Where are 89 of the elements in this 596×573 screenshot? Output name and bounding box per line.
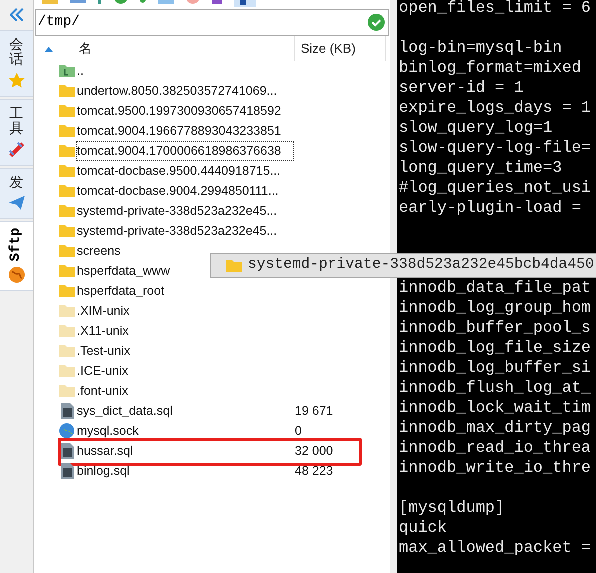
terminal-line: open_files_limit = 6 — [399, 0, 592, 17]
sidebar-tab[interactable]: 发 — [0, 168, 33, 219]
file-name[interactable]: hussar.sql — [76, 441, 294, 461]
globe-icon — [8, 266, 26, 284]
folder-icon — [59, 203, 75, 219]
folder-icon — [59, 123, 75, 139]
toolbar-icon[interactable] — [114, 0, 128, 4]
terminal-line: early-plugin-load = — [399, 199, 582, 217]
terminal-line: long_query_time=3 — [399, 159, 562, 177]
folder-icon — [59, 303, 75, 319]
file-name[interactable]: tomcat.9500.1997300930657418592 — [76, 101, 294, 121]
terminal-line: innodb_data_file_pat — [399, 279, 592, 297]
terminal-line: slow_query_log=1 — [399, 119, 553, 137]
file-name[interactable]: .Test-unix — [76, 341, 294, 361]
folder-icon — [59, 243, 75, 259]
toolbar-icon[interactable] — [140, 0, 146, 3]
folder-icon — [59, 63, 75, 79]
folder-icon — [59, 83, 75, 99]
folder-icon — [59, 183, 75, 199]
file-size: 0 — [295, 424, 302, 438]
path-text: /tmp/ — [38, 13, 80, 32]
folder-icon — [59, 343, 75, 359]
folder-icon — [59, 383, 75, 399]
terminal-line: innodb_write_io_thre — [399, 459, 592, 477]
terminal-line: quick — [399, 519, 448, 537]
file-name[interactable]: undertow.8050.382503572741069... — [76, 81, 294, 101]
sort-arrow-icon — [45, 46, 53, 52]
tooltip-text: systemd-private-338d523a232e45bcb4da450 — [248, 256, 594, 276]
file-name[interactable]: .ICE-unix — [76, 361, 294, 381]
terminal-line: innodb_log_group_hom — [399, 299, 592, 317]
folder-icon — [59, 163, 75, 179]
terminal-line: innodb_buffer_pool_s — [399, 319, 592, 337]
file-name[interactable]: hsperfdata_root — [76, 281, 294, 301]
file-name[interactable]: systemd-private-338d523a232e45... — [76, 201, 294, 221]
terminal-line: server-id = 1 — [399, 79, 524, 97]
terminal-line: innodb_lock_wait_tim — [399, 399, 592, 417]
document-icon — [59, 403, 75, 419]
file-name[interactable]: .XIM-unix — [76, 301, 294, 321]
wrench-icon — [8, 140, 26, 159]
sidebar-tab[interactable]: 会话 — [0, 30, 33, 97]
file-name[interactable]: .X11-unix — [76, 321, 294, 341]
folder-icon — [59, 143, 75, 159]
file-name[interactable]: .font-unix — [76, 381, 294, 401]
sidebar-tab[interactable]: 工具 — [0, 98, 33, 166]
folder-icon — [59, 363, 75, 379]
toolbar-icon[interactable] — [70, 0, 86, 4]
file-name[interactable]: binlog.sql — [76, 461, 294, 481]
collapse-icon[interactable] — [10, 8, 24, 22]
folder-icon — [59, 323, 75, 339]
folder-icon — [226, 258, 242, 274]
terminal-line: expire_logs_days = 1 — [399, 99, 592, 117]
document-icon — [59, 443, 75, 459]
toolbar-icon[interactable] — [98, 0, 102, 4]
terminal-line: slow-query-log-file= — [399, 139, 592, 157]
file-name[interactable]: systemd-private-338d523a232e45... — [76, 221, 294, 241]
file-name[interactable]: mysql.sock — [76, 421, 294, 441]
file-name[interactable]: tomcat.9004.1966778893043233851 — [76, 121, 294, 141]
terminal-line: [mysqldump] — [399, 499, 505, 517]
file-size: 48 223 — [295, 464, 334, 478]
terminal-line: innodb_log_file_size — [399, 339, 592, 357]
globe-icon — [59, 423, 75, 439]
toolbar-icon[interactable] — [234, 0, 256, 7]
terminal-line: innodb_max_dirty_pag — [399, 419, 592, 437]
document-icon — [59, 463, 75, 479]
file-name[interactable]: tomcat-docbase.9004.2994850111... — [76, 181, 294, 201]
terminal-line: innodb_read_io_threa — [399, 439, 592, 457]
terminal-line: #log_queries_not_usi — [399, 179, 592, 197]
column-header[interactable]: 名 — [79, 36, 294, 61]
sidebar-tab[interactable]: Sftp — [0, 220, 33, 291]
folder-icon — [59, 283, 75, 299]
paper-plane-icon — [8, 194, 26, 212]
file-name[interactable]: tomcat-docbase.9500.4440918715... — [76, 161, 294, 181]
folder-icon — [59, 103, 75, 119]
file-name[interactable]: sys_dict_data.sql — [76, 401, 294, 421]
check-icon — [368, 14, 385, 31]
file-name[interactable]: tomcat.9004.1700006618986376638 — [76, 141, 294, 161]
star-icon — [8, 72, 26, 90]
terminal-line: max_allowed_packet = — [399, 539, 592, 557]
file-size: 32 000 — [295, 444, 334, 458]
folder-icon — [59, 223, 75, 239]
terminal-line: innodb_log_buffer_si — [399, 359, 592, 377]
terminal-line: innodb_flush_log_at_ — [399, 379, 592, 397]
path-field[interactable]: /tmp/ — [35, 9, 389, 36]
file-size: 19 671 — [295, 404, 334, 418]
column-header[interactable]: Size (KB) — [294, 36, 386, 61]
terminal-line: log-bin=mysql-bin — [399, 39, 562, 57]
folder-icon — [59, 263, 75, 279]
file-name[interactable]: .. — [76, 61, 294, 81]
terminal-line: binlog_format=mixed — [399, 59, 582, 77]
